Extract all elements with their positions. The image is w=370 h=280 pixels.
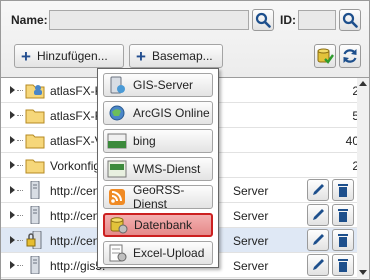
expand-arrow-icon[interactable]: [10, 261, 15, 269]
id-search-button[interactable]: [339, 9, 361, 31]
folder-user-icon: [25, 84, 45, 99]
refresh-icon: [343, 49, 357, 63]
menu-item-wms[interactable]: WMS-Dienst: [103, 157, 213, 181]
menu-item-label: GeoRSS-Dienst: [133, 183, 185, 211]
list-item-type: Server: [233, 234, 269, 248]
expand-arrow-icon[interactable]: [10, 236, 15, 244]
folder-icon: [25, 109, 45, 124]
list-item-type: Server: [233, 209, 269, 223]
pencil-icon: [313, 234, 324, 245]
folder-icon: [25, 134, 45, 149]
list-item-label: atlasFX-V: [50, 134, 103, 148]
vertical-scrollbar[interactable]: [357, 78, 369, 278]
folder-icon: [25, 159, 45, 174]
menu-item-label: WMS-Dienst: [133, 162, 201, 176]
name-label: Name:: [11, 13, 48, 27]
name-search-button[interactable]: [252, 9, 274, 31]
server-icon: [30, 256, 40, 274]
menu-item-bing[interactable]: bing: [103, 129, 213, 153]
list-item-type: Server: [233, 184, 269, 198]
delete-button[interactable]: [332, 229, 354, 251]
expand-arrow-icon[interactable]: [10, 211, 15, 219]
list-item-label: Vorkonfig: [50, 159, 101, 173]
expand-arrow-icon[interactable]: [10, 136, 15, 144]
wms-icon: [107, 160, 127, 178]
delete-button[interactable]: [332, 254, 354, 276]
trash-icon: [338, 234, 348, 247]
expand-arrow-icon[interactable]: [10, 161, 15, 169]
bing-icon: [107, 133, 127, 149]
basemap-button-label: Basemap...: [151, 49, 213, 63]
id-label: ID:: [280, 13, 296, 27]
id-search-input[interactable]: [298, 10, 336, 30]
add-dropdown-menu: GIS-Server ArcGIS Online bing WMS-Dienst…: [97, 68, 219, 268]
arcgis-online-icon: [109, 105, 125, 121]
pencil-icon: [313, 259, 324, 270]
menu-item-label: GIS-Server: [133, 78, 194, 92]
expand-arrow-icon[interactable]: [10, 111, 15, 119]
basemap-button[interactable]: + Basemap...: [129, 44, 223, 68]
plus-icon: +: [21, 46, 31, 66]
list-item-type: Server: [233, 259, 269, 273]
edit-button[interactable]: [307, 179, 329, 201]
database-check-icon: [317, 48, 334, 64]
menu-item-label: bing: [133, 134, 156, 148]
scroll-up-icon[interactable]: [357, 78, 369, 90]
name-search-input[interactable]: [49, 10, 249, 30]
server-lock-icon: [26, 231, 42, 249]
edit-button[interactable]: [307, 204, 329, 226]
menu-item-label: ArcGIS Online: [133, 106, 210, 120]
toolbar-area: Name: ID: + Hinzufügen... + Basemap...: [1, 1, 369, 78]
delete-button[interactable]: [332, 204, 354, 226]
add-button[interactable]: + Hinzufügen...: [14, 44, 124, 68]
search-icon: [255, 12, 271, 28]
edit-button[interactable]: [307, 254, 329, 276]
trash-icon: [338, 209, 348, 222]
refresh-button[interactable]: [339, 44, 361, 68]
trash-icon: [338, 259, 348, 272]
expand-arrow-icon[interactable]: [10, 86, 15, 94]
gis-server-icon: [110, 76, 125, 94]
excel-icon: [109, 244, 127, 262]
scroll-down-icon[interactable]: [357, 266, 369, 278]
georss-icon: [109, 189, 125, 205]
pencil-icon: [313, 209, 324, 220]
trash-icon: [338, 184, 348, 197]
menu-item-georss[interactable]: GeoRSS-Dienst: [103, 183, 213, 211]
pencil-icon: [313, 184, 324, 195]
menu-item-excel-upload[interactable]: Excel-Upload: [103, 241, 213, 265]
database-icon: [110, 217, 128, 234]
server-icon: [30, 206, 40, 224]
menu-item-arcgis-online[interactable]: ArcGIS Online: [103, 101, 213, 125]
expand-arrow-icon[interactable]: [10, 186, 15, 194]
delete-button[interactable]: [332, 179, 354, 201]
plus-icon: +: [136, 46, 146, 66]
server-icon: [30, 181, 40, 199]
menu-item-label: Datenbank: [134, 218, 193, 232]
add-button-label: Hinzufügen...: [36, 49, 108, 63]
edit-button[interactable]: [307, 229, 329, 251]
menu-item-database[interactable]: Datenbank: [103, 213, 213, 237]
db-check-button[interactable]: [314, 44, 336, 68]
search-icon: [342, 12, 358, 28]
menu-item-gis-server[interactable]: GIS-Server: [103, 73, 213, 97]
menu-item-label: Excel-Upload: [133, 246, 205, 260]
